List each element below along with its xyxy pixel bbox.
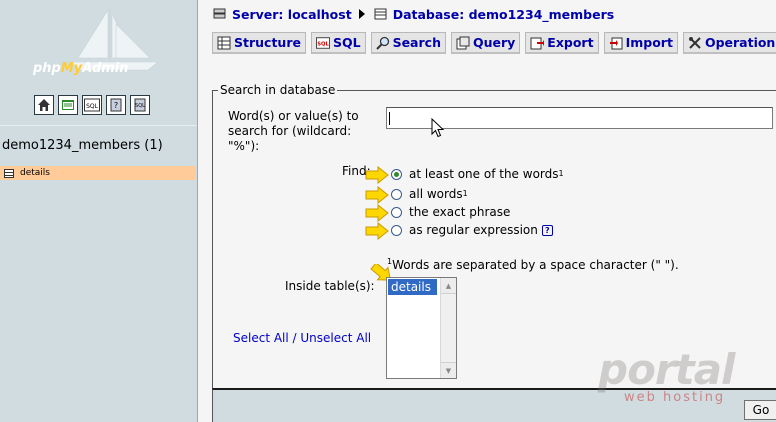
import-icon <box>609 36 623 50</box>
tab-structure[interactable]: Structure <box>212 32 306 54</box>
radio-exact-phrase[interactable] <box>391 206 402 218</box>
tab-label: Import <box>625 35 673 50</box>
docs-icon[interactable]: ? <box>106 95 126 115</box>
tab-label: Operations <box>704 35 776 50</box>
highlight-arrow-icon <box>365 186 389 204</box>
server-icon <box>213 8 226 19</box>
breadcrumb: Server: localhost Database: demo1234_mem… <box>213 5 614 23</box>
tab-label: Export <box>547 35 594 50</box>
option-label: at least one of the words <box>409 167 559 181</box>
tab-query[interactable]: Query <box>450 32 521 54</box>
operations-icon <box>688 36 702 50</box>
inside-tables-label: Inside table(s): <box>285 279 375 293</box>
breadcrumb-separator-icon <box>358 9 365 19</box>
table-select-list[interactable]: details ▲ ▼ <box>386 277 457 379</box>
option-all-words[interactable]: all words 1 <box>391 186 468 202</box>
svg-text:SQL: SQL <box>135 103 145 109</box>
tab-operations[interactable]: Operations <box>682 32 776 54</box>
home-icon[interactable] <box>34 95 54 115</box>
radio-any-word[interactable] <box>391 168 402 180</box>
select-all-link[interactable]: Select All <box>233 331 289 345</box>
navigation-divider <box>0 125 197 126</box>
radio-regexp[interactable] <box>391 224 402 236</box>
highlight-arrow-icon <box>365 166 389 184</box>
scroll-up-icon[interactable]: ▲ <box>441 278 456 294</box>
svg-text:?: ? <box>114 101 118 110</box>
option-label: as regular expression <box>409 223 538 237</box>
svg-text:SQL: SQL <box>86 103 99 110</box>
highlight-arrow-icon <box>365 204 389 222</box>
option-regexp[interactable]: as regular expression ? <box>391 222 553 238</box>
navigation-icons: SQL ? SQL <box>34 95 150 117</box>
go-button[interactable]: Go <box>744 400 776 420</box>
svg-text:SQL: SQL <box>317 41 329 47</box>
tab-import[interactable]: Import <box>603 32 678 54</box>
text-caret <box>389 112 390 125</box>
phpmyadmin-logo[interactable]: phpMyAdmin <box>30 6 170 84</box>
tab-export[interactable]: Export <box>525 32 599 54</box>
query-window-icon[interactable] <box>58 95 78 115</box>
scroll-down-icon[interactable]: ▼ <box>441 362 456 378</box>
database-link[interactable]: Database: demo1234_members <box>393 7 615 22</box>
tab-search[interactable]: Search <box>370 32 446 54</box>
navigation-frame: phpMyAdmin SQL ? SQL demo1234_members (1… <box>0 0 198 422</box>
main-frame: Server: localhost Database: demo1234_mem… <box>205 0 776 422</box>
select-links: Select All / Unselect All <box>233 331 371 345</box>
tab-bar: Structure SQL SQL Search Query Export Im… <box>212 32 776 54</box>
tab-label: Search <box>392 35 441 50</box>
table-option-details[interactable]: details <box>388 279 437 295</box>
search-icon <box>375 36 390 50</box>
table-icon <box>4 168 14 178</box>
sql-icon: SQL <box>315 36 330 50</box>
option-exact-phrase[interactable]: the exact phrase <box>391 204 510 220</box>
tab-label: Structure <box>234 35 301 50</box>
tab-sql[interactable]: SQL SQL <box>310 32 366 54</box>
highlight-arrow-icon <box>365 222 389 240</box>
nav-table-label: details <box>20 168 50 178</box>
database-icon <box>374 8 387 20</box>
structure-icon <box>217 36 231 50</box>
logo-text: phpMyAdmin <box>33 61 129 76</box>
export-icon <box>530 36 545 50</box>
footnote: 1Words are separated by a space characte… <box>387 258 679 273</box>
footnote-text: Words are separated by a space character… <box>392 258 679 272</box>
unselect-all-link[interactable]: Unselect All <box>300 331 371 345</box>
form-footer: Go <box>212 388 776 422</box>
query-icon <box>456 36 470 50</box>
nav-table-item-details[interactable]: details <box>0 166 196 180</box>
database-name[interactable]: demo1234_members (1) <box>2 138 163 153</box>
tab-label: SQL <box>332 35 361 50</box>
radio-all-words[interactable] <box>391 188 402 200</box>
help-icon[interactable]: ? <box>541 224 553 236</box>
select-separator: / <box>288 331 301 345</box>
option-label: the exact phrase <box>409 205 511 219</box>
option-label: all words <box>409 187 463 201</box>
mouse-pointer-icon <box>431 118 445 138</box>
server-link[interactable]: Server: localhost <box>232 7 352 22</box>
search-form: Search in database Word(s) or value(s) t… <box>212 83 776 390</box>
sql-docs-icon[interactable]: SQL <box>130 95 150 115</box>
search-words-label: Word(s) or value(s) to search for (wildc… <box>228 109 359 153</box>
scrollbar[interactable]: ▲ ▼ <box>440 278 456 378</box>
sql-icon[interactable]: SQL <box>82 95 102 115</box>
form-legend: Search in database <box>218 83 338 97</box>
option-any-word[interactable]: at least one of the words 1 <box>391 166 564 182</box>
tab-label: Query <box>472 35 516 50</box>
